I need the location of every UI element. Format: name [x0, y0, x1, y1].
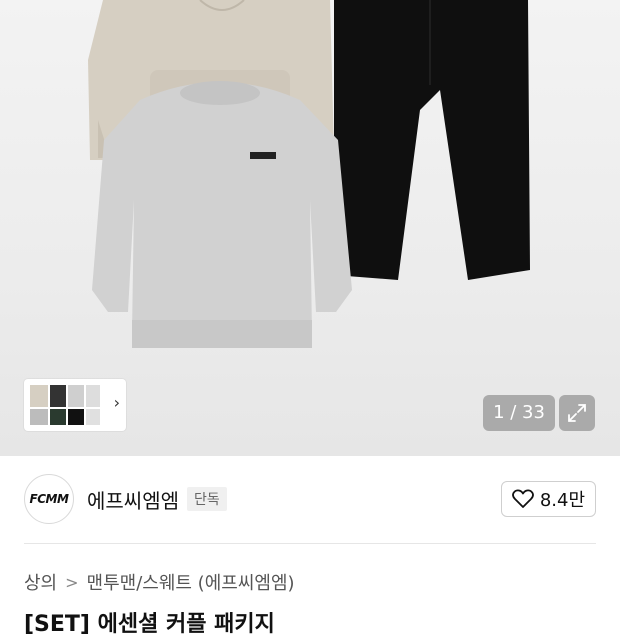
chevron-right-icon: >: [65, 572, 79, 592]
thumbnail-image: [30, 385, 100, 425]
product-title: [SET] 에센셜 커플 패키지: [24, 612, 275, 637]
brand-like-button[interactable]: 8.4만: [500, 481, 596, 517]
heart-outline-icon: [511, 489, 534, 508]
brand-name-link[interactable]: 에프씨엠엠: [87, 485, 179, 514]
breadcrumb-item-category[interactable]: 상의: [24, 569, 57, 595]
breadcrumb: 상의 > 맨투맨/스웨트 (에프씨엠엠): [24, 569, 295, 595]
thumbnail-strip[interactable]: ›: [24, 379, 126, 431]
like-count: 8.4만: [539, 490, 585, 511]
divider: [24, 543, 596, 544]
chevron-right-icon[interactable]: ›: [114, 393, 120, 412]
brand-logo[interactable]: FCMM: [24, 474, 74, 524]
expand-button[interactable]: [559, 395, 595, 431]
brand-row: FCMM 에프씨엠엠 단독 8.4만: [24, 474, 596, 524]
black-pants-image: [334, 0, 530, 280]
expand-icon: [568, 404, 586, 422]
product-image-gallery[interactable]: › 1 / 33: [0, 0, 620, 456]
breadcrumb-item-subcategory[interactable]: 맨투맨/스웨트 (에프씨엠엠): [87, 569, 295, 595]
exclusive-badge: 단독: [187, 487, 227, 511]
grey-sweatshirt-image: [92, 81, 352, 348]
brand-logo-text: FCMM: [29, 492, 69, 506]
image-counter: 1 / 33: [483, 395, 555, 431]
